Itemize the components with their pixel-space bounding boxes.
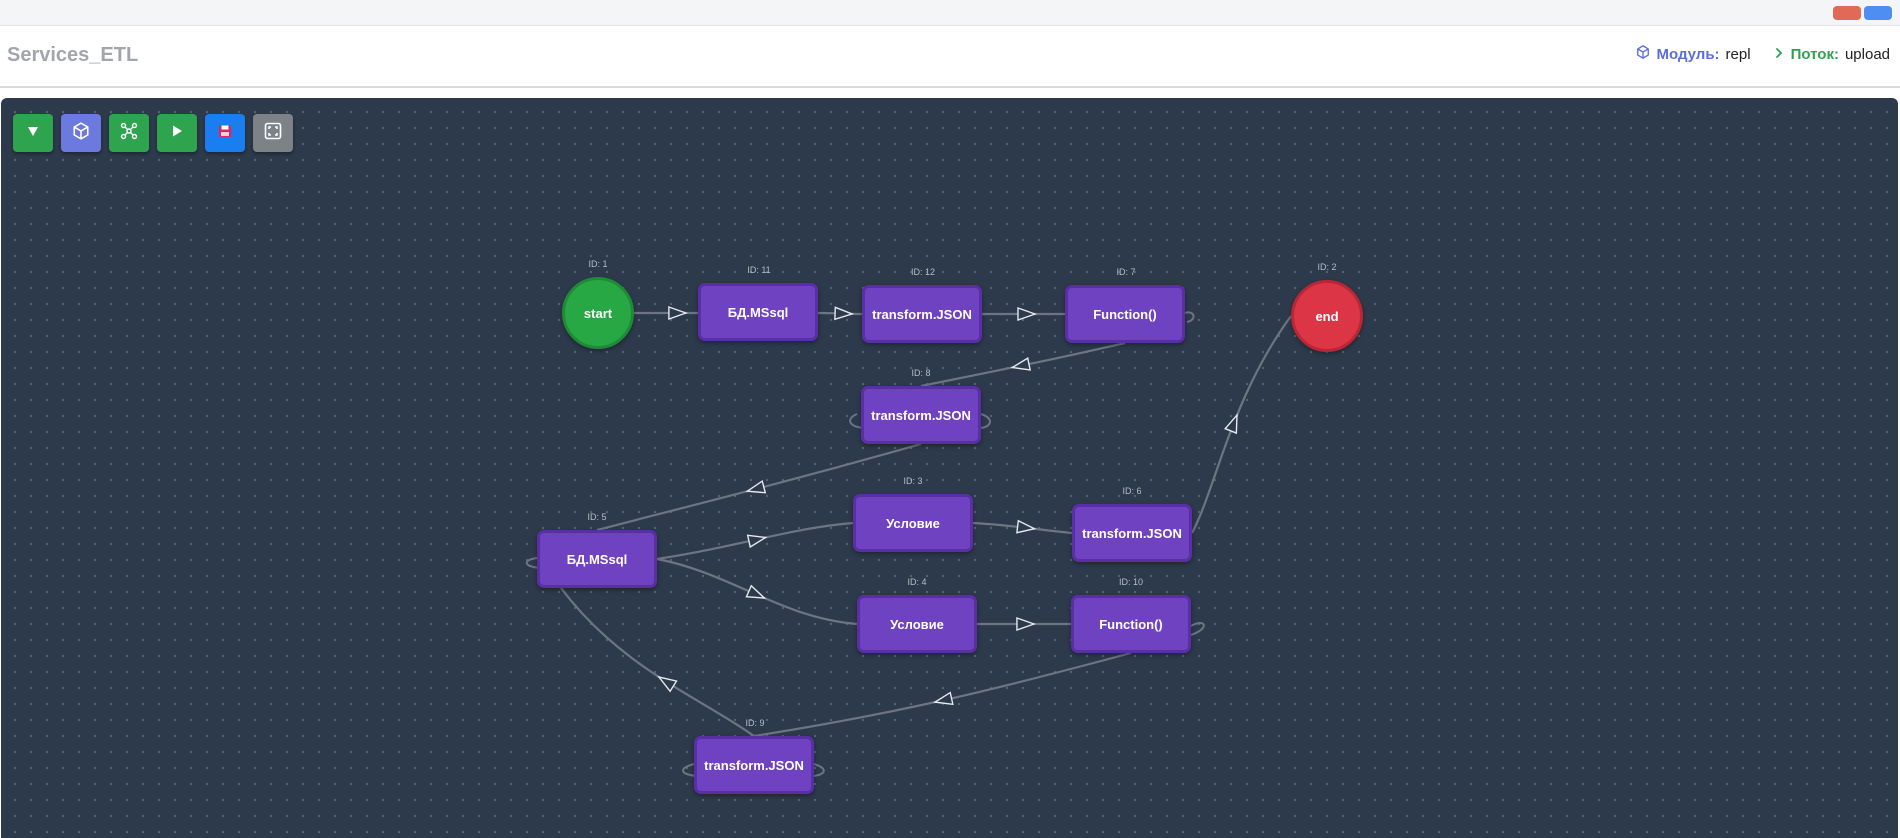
module-label: Модуль:	[1656, 45, 1720, 63]
node-id-label: ID: 11	[747, 265, 771, 275]
edge-arrow-icon	[1016, 617, 1037, 631]
module-value[interactable]: repl	[1726, 46, 1751, 63]
node-condition[interactable]: Условие	[853, 494, 973, 552]
edge-handle[interactable]	[1184, 311, 1195, 323]
edge-arrow-icon	[1016, 519, 1037, 534]
edge-arrow-icon	[932, 691, 954, 706]
run-button[interactable]	[157, 114, 197, 152]
edge-handle[interactable]	[813, 763, 825, 777]
node-db-mssql[interactable]: БД.MSsql	[537, 530, 657, 588]
network-icon	[120, 122, 138, 145]
breadcrumb: Модуль: repl Поток: upload	[1636, 43, 1890, 65]
node-id-label: ID: 9	[745, 718, 765, 728]
cube-icon	[1636, 45, 1650, 63]
edge-arrow-icon	[1010, 357, 1032, 371]
expand-icon	[264, 122, 282, 145]
node-transform-json[interactable]: transform.JSON	[694, 736, 814, 794]
node-db-mssql[interactable]: БД.MSsql	[698, 283, 818, 341]
page-title: Services_ETL	[7, 44, 139, 66]
edge-arrow-icon	[746, 534, 768, 549]
graph-button[interactable]	[109, 114, 149, 152]
edge-arrow-icon	[834, 306, 855, 321]
node-id-label: ID: 1	[588, 259, 608, 269]
edge-arrow-icon	[668, 306, 688, 320]
node-function[interactable]: Function()	[1065, 285, 1185, 343]
edge-arrow-icon	[1224, 413, 1238, 435]
edge-arrow-icon	[745, 584, 767, 599]
fit-view-button[interactable]	[253, 114, 293, 152]
page-header: Services_ETL Модуль: repl Поток: upload	[0, 26, 1900, 88]
node-id-label: ID: 2	[1317, 262, 1337, 272]
filter-button[interactable]	[13, 114, 53, 152]
node-start[interactable]: start	[562, 277, 634, 349]
node-id-label: ID: 12	[910, 267, 935, 277]
node-transform-json[interactable]: transform.JSON	[861, 386, 981, 444]
edge-arrow-icon	[745, 479, 767, 494]
node-transform-json[interactable]: transform.JSON	[862, 285, 982, 343]
node-function[interactable]: Function()	[1071, 595, 1191, 653]
edge-handle[interactable]	[980, 413, 991, 429]
window-close-button[interactable]	[1833, 6, 1861, 20]
node-id-label: ID: 4	[907, 577, 927, 587]
node-condition[interactable]: Условие	[857, 595, 977, 653]
edge-arrow-icon	[1017, 307, 1038, 321]
edge-line[interactable]	[1191, 315, 1292, 534]
window-top-bar	[0, 0, 1900, 26]
module-button[interactable]	[61, 114, 101, 152]
play-icon	[170, 124, 184, 143]
edge-arrow-icon	[657, 675, 678, 693]
node-id-label: ID: 7	[1116, 267, 1136, 277]
node-id-label: ID: 8	[911, 368, 931, 378]
node-id-label: ID: 6	[1122, 486, 1142, 496]
cube-icon	[72, 121, 90, 145]
triangle-down-icon	[26, 124, 40, 143]
edge-layer	[525, 306, 1292, 777]
edge-line[interactable]	[753, 651, 1132, 738]
flow-canvas[interactable]: ID: 1 ID: 11 ID: 12 ID: 7 ID: 2 ID: 8 ID…	[1, 98, 1898, 838]
flow-label: Поток:	[1790, 45, 1839, 63]
edge-handle[interactable]	[1190, 622, 1205, 636]
window-maximize-button[interactable]	[1864, 6, 1892, 20]
save-button[interactable]	[205, 114, 245, 152]
floppy-icon	[218, 124, 232, 143]
node-id-label: ID: 5	[587, 512, 607, 522]
chevron-right-icon	[1773, 46, 1785, 63]
node-id-label: ID: 3	[903, 476, 923, 486]
node-transform-json[interactable]: transform.JSON	[1072, 504, 1192, 562]
edge-line[interactable]	[560, 587, 755, 737]
flow-value[interactable]: upload	[1845, 46, 1890, 63]
node-end[interactable]: end	[1291, 280, 1363, 352]
canvas-toolbar	[13, 114, 293, 152]
node-id-label: ID: 10	[1118, 577, 1143, 587]
